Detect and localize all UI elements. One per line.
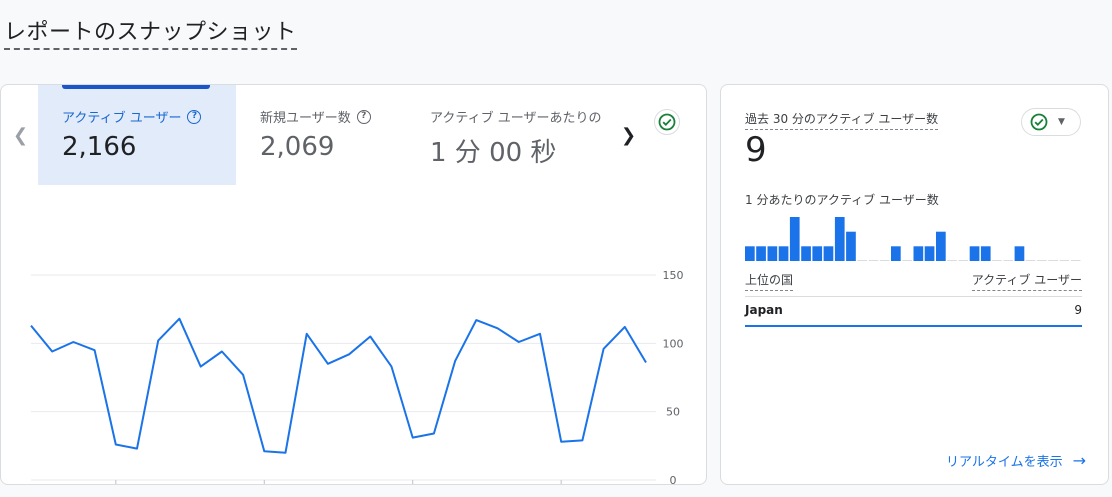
metric-value: 2,069: [260, 132, 335, 162]
per-minute-bar[interactable]: [1014, 246, 1025, 261]
per-minute-bar-empty: [1070, 260, 1081, 261]
help-icon[interactable]: ?: [187, 109, 202, 124]
per-minute-bar-empty: [879, 260, 890, 261]
per-minute-bar[interactable]: [980, 246, 991, 261]
check-circle-icon: [1030, 113, 1048, 131]
active-users-series-line: [30, 317, 647, 454]
active-tab-indicator: [62, 85, 210, 89]
y-tick-label: 0: [670, 474, 677, 485]
check-circle-icon[interactable]: [654, 109, 680, 135]
active-users-line-chart: 150100500156月2229067月: [30, 269, 684, 485]
chevron-right-icon[interactable]: ❯: [621, 125, 636, 146]
per-minute-bar-empty: [868, 260, 879, 261]
col-country[interactable]: 上位の国: [745, 271, 794, 291]
metric-label-text: アクティブ ユーザー: [62, 111, 182, 126]
tab-new-users[interactable]: 新規ユーザー数 ? 2,069: [236, 85, 406, 185]
realtime-title: 過去 30 分のアクティブ ユーザー数: [745, 110, 939, 130]
country-users: 9: [1074, 303, 1082, 317]
per-minute-bar[interactable]: [789, 217, 800, 261]
per-minute-bar[interactable]: [924, 246, 935, 261]
metric-label: 新規ユーザー数 ?: [260, 107, 406, 126]
per-minute-bar[interactable]: [812, 246, 823, 261]
metric-value: 1 分 00 秒: [430, 138, 557, 168]
y-tick-label: 150: [663, 269, 684, 282]
per-minute-bar-chart: [745, 217, 1081, 261]
overview-card: ❮ アクティブ ユーザー ? 2,166 新規ユーザー数 ? 2,069 アクテ…: [0, 84, 707, 485]
arrow-right-icon: →: [1072, 451, 1086, 470]
col-users[interactable]: アクティブ ユーザー: [971, 271, 1082, 291]
y-tick-label: 50: [666, 406, 680, 419]
per-minute-bar[interactable]: [767, 246, 778, 261]
per-minute-bar[interactable]: [834, 217, 845, 261]
per-minute-bar[interactable]: [778, 246, 789, 261]
per-minute-bar[interactable]: [823, 246, 834, 261]
page-title: レポートのスナップショット: [4, 14, 297, 50]
realtime-value: 9: [745, 130, 767, 170]
y-tick-label: 100: [663, 337, 684, 350]
caret-down-icon: ▼: [1058, 117, 1065, 127]
per-minute-bar-empty: [992, 260, 1002, 261]
realtime-card: 過去 30 分のアクティブ ユーザー数 9 ▼ 1 分あたりのアクティブ ユーザ…: [720, 84, 1109, 485]
per-minute-bar[interactable]: [891, 246, 901, 261]
country-table-header: 上位の国 アクティブ ユーザー: [745, 271, 1082, 291]
per-minute-bar-empty: [1048, 260, 1058, 261]
per-minute-bar[interactable]: [801, 246, 811, 261]
per-minute-bar-empty: [1059, 260, 1070, 261]
per-minute-bar[interactable]: [913, 246, 924, 261]
metric-value: 2,166: [62, 132, 137, 162]
per-minute-bar[interactable]: [969, 246, 980, 261]
help-icon[interactable]: ?: [356, 109, 371, 124]
tab-active-users[interactable]: アクティブ ユーザー ? 2,166: [38, 85, 236, 185]
metric-label-text: アクティブ ユーザーあたりの: [430, 111, 602, 126]
per-minute-bar-empty: [902, 260, 912, 261]
per-minute-bar[interactable]: [745, 246, 755, 261]
per-minute-label: 1 分あたりのアクティブ ユーザー数: [745, 193, 939, 207]
view-realtime-label: リアルタイムを表示: [945, 455, 1063, 470]
tab-engagement-time[interactable]: アクティブ ユーザーあたりの 1 分 00 秒: [406, 85, 616, 185]
per-minute-bar-empty: [947, 260, 957, 261]
per-minute-bar-empty: [1025, 260, 1036, 261]
per-minute-bar-empty: [1003, 260, 1014, 261]
per-minute-bar[interactable]: [936, 231, 946, 261]
per-minute-bar-empty: [958, 260, 969, 261]
per-minute-bar-empty: [1037, 260, 1047, 261]
divider: [745, 296, 1082, 297]
chevron-left-icon[interactable]: ❮: [13, 125, 28, 146]
comparison-dropdown[interactable]: ▼: [1021, 108, 1081, 136]
table-row[interactable]: Japan 9: [745, 303, 1082, 327]
metric-label-text: 新規ユーザー数: [260, 111, 351, 126]
metric-label: アクティブ ユーザーあたりの: [430, 107, 616, 126]
per-minute-bar-empty: [857, 260, 867, 261]
view-realtime-link[interactable]: リアルタイムを表示 →: [946, 451, 1086, 470]
country-name: Japan: [745, 303, 783, 317]
metric-label: アクティブ ユーザー ?: [62, 107, 236, 126]
per-minute-bar[interactable]: [846, 231, 856, 261]
per-minute-bar[interactable]: [756, 246, 766, 261]
